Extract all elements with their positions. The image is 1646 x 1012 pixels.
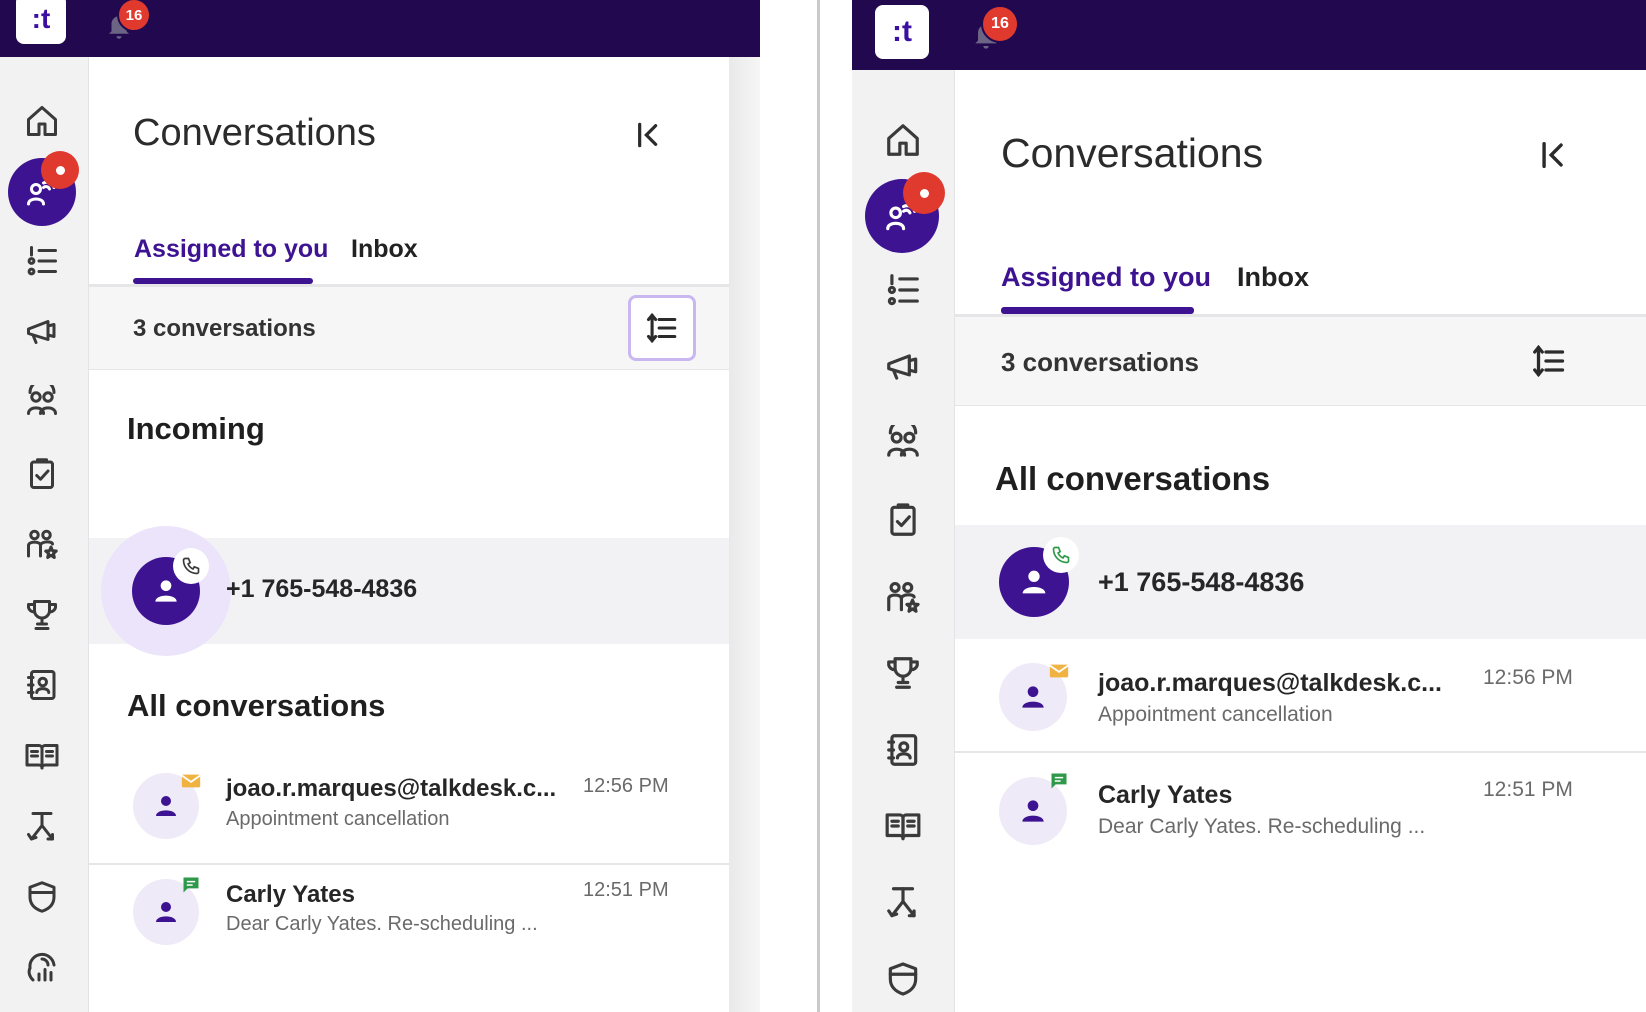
trophy-icon[interactable] xyxy=(879,649,927,697)
conversation-preview: Appointment cancellation xyxy=(1098,703,1333,726)
conversation-time: 12:51 PM xyxy=(1483,778,1573,801)
directory-icon[interactable] xyxy=(20,663,64,707)
conversations-panel: Conversations Assigned to you Inbox 3 co… xyxy=(955,70,1646,1012)
queue-list-icon[interactable] xyxy=(879,266,927,314)
nav-rail xyxy=(0,57,89,1012)
knowledge-book-icon[interactable] xyxy=(879,802,927,850)
notification-count-badge: 16 xyxy=(981,5,1019,43)
email-icon xyxy=(177,767,205,795)
active-call-icon xyxy=(1043,537,1079,573)
notification-count-badge: 16 xyxy=(117,0,151,32)
conversation-time: 12:56 PM xyxy=(1483,666,1573,689)
section-all-conversations: All conversations xyxy=(995,460,1271,497)
nav-rail xyxy=(852,70,955,1012)
workflow-icon[interactable] xyxy=(20,805,64,849)
conversation-name: joao.r.marques@talkdesk.c... xyxy=(226,775,557,802)
shield-icon[interactable] xyxy=(20,875,64,919)
section-all-conversations: All conversations xyxy=(127,688,386,723)
conversation-count: 3 conversations xyxy=(1001,347,1199,377)
top-bar: :t 16 xyxy=(852,0,1646,70)
workflow-icon[interactable] xyxy=(879,879,927,927)
list-item[interactable]: joao.r.marques@talkdesk.c... Appointment… xyxy=(89,751,729,863)
collapse-panel-icon[interactable] xyxy=(633,119,669,155)
conversation-count-bar: 3 conversations xyxy=(955,316,1646,406)
queue-list-icon[interactable] xyxy=(20,239,64,283)
conversation-name: joao.r.marques@talkdesk.c... xyxy=(1098,669,1442,697)
conversation-time: 12:51 PM xyxy=(583,879,669,901)
knowledge-book-icon[interactable] xyxy=(20,734,64,778)
conversation-count: 3 conversations xyxy=(133,315,316,342)
conversation-preview: Appointment cancellation xyxy=(226,808,450,830)
collapse-panel-icon[interactable] xyxy=(1537,138,1573,174)
active-call-row[interactable]: +1 765-548-4836 xyxy=(955,525,1646,639)
panel-shadow xyxy=(729,57,760,1012)
page-title: Conversations xyxy=(1001,130,1264,176)
email-icon xyxy=(1045,657,1073,685)
app-logo[interactable]: :t xyxy=(875,5,929,59)
app-logo[interactable]: :t xyxy=(16,0,66,44)
analytics-icon[interactable] xyxy=(20,946,64,990)
trophy-icon[interactable] xyxy=(20,593,64,637)
incoming-call-row[interactable]: +1 765-548-4836 xyxy=(89,526,729,656)
conversation-name: Carly Yates xyxy=(1098,781,1233,809)
tab-inbox[interactable]: Inbox xyxy=(351,235,418,264)
contacts-group-icon[interactable] xyxy=(20,381,64,425)
conversation-name: Carly Yates xyxy=(226,881,355,908)
list-item[interactable]: Carly Yates Dear Carly Yates. Re-schedul… xyxy=(955,753,1646,865)
team-performance-icon[interactable] xyxy=(879,573,927,621)
conversation-preview: Dear Carly Yates. Re-scheduling ... xyxy=(226,913,538,935)
conversation-preview: Dear Carly Yates. Re-scheduling ... xyxy=(1098,815,1426,838)
conversations-panel: Conversations Assigned to you Inbox 3 co… xyxy=(89,57,729,1012)
caller-number: +1 765-548-4836 xyxy=(226,575,418,603)
incoming-call-icon xyxy=(173,548,209,584)
screen-separator xyxy=(817,0,820,1012)
page-title: Conversations xyxy=(133,112,376,154)
team-performance-icon[interactable] xyxy=(20,522,64,566)
home-icon[interactable] xyxy=(879,116,927,164)
tab-assigned-to-you[interactable]: Assigned to you xyxy=(1001,262,1211,293)
home-icon[interactable] xyxy=(20,99,64,143)
campaign-icon[interactable] xyxy=(879,343,927,391)
sort-button[interactable] xyxy=(1515,327,1583,395)
tab-inbox[interactable]: Inbox xyxy=(1237,262,1309,293)
tasks-icon[interactable] xyxy=(879,496,927,544)
directory-icon[interactable] xyxy=(879,726,927,774)
conversations-alert-badge xyxy=(903,172,945,214)
chat-icon xyxy=(1045,767,1073,795)
conversation-count-bar: 3 conversations xyxy=(89,286,729,370)
campaign-icon[interactable] xyxy=(20,310,64,354)
section-incoming: Incoming xyxy=(127,411,265,446)
active-tab-indicator xyxy=(1001,307,1194,314)
shield-icon[interactable] xyxy=(879,955,927,1003)
list-item[interactable]: joao.r.marques@talkdesk.c... Appointment… xyxy=(955,639,1646,751)
left-screen: :t 16 Conversations Assigned to you Inbo… xyxy=(0,0,760,1012)
tasks-icon[interactable] xyxy=(20,452,64,496)
caller-number: +1 765-548-4836 xyxy=(1098,567,1305,597)
conversation-time: 12:56 PM xyxy=(583,775,669,797)
sort-button[interactable] xyxy=(628,295,696,361)
top-bar: :t 16 xyxy=(0,0,760,57)
conversations-alert-badge xyxy=(41,151,79,189)
right-screen: :t 16 Conversations Assigned to you Inbo… xyxy=(852,0,1646,1012)
chat-icon xyxy=(177,871,205,899)
list-item[interactable]: Carly Yates Dear Carly Yates. Re-schedul… xyxy=(89,865,729,977)
tab-assigned-to-you[interactable]: Assigned to you xyxy=(134,235,328,264)
contacts-group-icon[interactable] xyxy=(879,420,927,468)
